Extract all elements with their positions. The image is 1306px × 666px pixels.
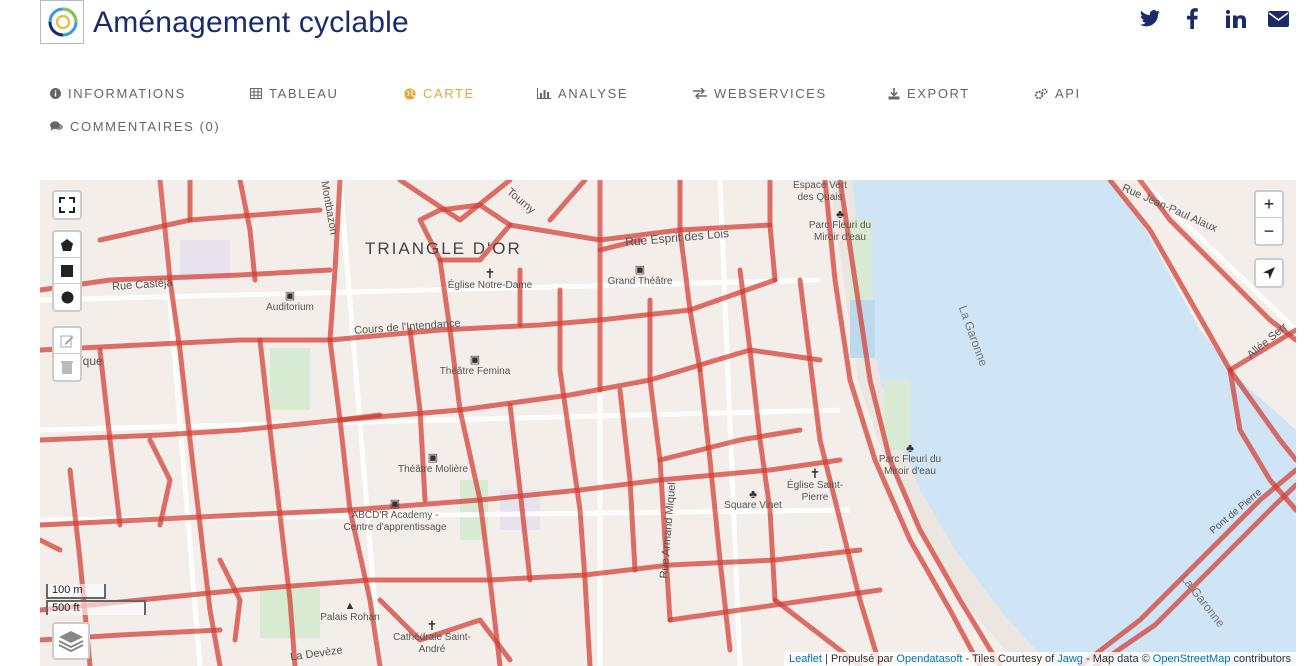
expand-icon (59, 197, 75, 213)
cogs-icon (1034, 87, 1048, 99)
draw-toolbar (52, 230, 82, 312)
leaflet-link[interactable]: Leaflet (789, 653, 822, 665)
poi-auditorium[interactable]: ▣ Auditorium (250, 290, 330, 314)
tab-api[interactable]: API (1034, 86, 1081, 101)
poi-theatre-femina[interactable]: ▣ Théâtre Femina (425, 354, 525, 378)
tab-label: WEBSERVICES (714, 86, 827, 101)
tab-analyse[interactable]: ANALYSE (537, 86, 628, 101)
poi-grand-theatre[interactable]: ▣ Grand Théâtre (595, 264, 685, 288)
tree-icon: ♣ (836, 207, 844, 221)
poi-parc-fleuri[interactable]: ♣ Parc Fleuri du Miroir d'eau (870, 442, 950, 478)
fullscreen-control (52, 190, 82, 220)
info-icon (50, 88, 61, 99)
zoom-control: + − (1254, 190, 1284, 246)
tab-label: TABLEAU (269, 86, 339, 101)
location-arrow-icon (1263, 267, 1275, 279)
garonne-river (852, 180, 1296, 666)
poi-eglise-notre-dame[interactable]: ✝ Église Notre-Dame (445, 266, 535, 292)
map-attribution: Leaflet | Propulsé par Opendatasoft - Ti… (783, 652, 1296, 666)
edit-icon (60, 335, 74, 347)
map-view[interactable]: TRIANGLE D'OR La Garonne La Garonne Rue … (40, 180, 1296, 666)
osm-link[interactable]: OpenStreetMap (1153, 653, 1231, 665)
tab-label: EXPORT (907, 86, 970, 101)
tree-icon: ♣ (906, 441, 914, 455)
monument-icon: ▲ (344, 600, 356, 612)
page-header: Aménagement cyclable (0, 0, 1306, 60)
layers-control[interactable] (52, 622, 90, 660)
park (885, 380, 910, 450)
tab-commentaires[interactable]: COMMENTAIRES (0) (50, 119, 220, 134)
church-icon: ✝ (809, 466, 821, 481)
edit-toolbar (52, 326, 82, 382)
layers-icon (58, 631, 84, 653)
exchange-icon (693, 88, 707, 99)
edit-layers-button[interactable] (54, 328, 80, 354)
theatre-icon: ▣ (427, 452, 439, 464)
download-icon (888, 87, 900, 99)
map-tiles (40, 180, 1296, 666)
poi-eglise-saint-pierre[interactable]: ✝ Église Saint-Pierre (775, 466, 855, 504)
comments-icon (50, 121, 63, 131)
circle-icon (61, 291, 73, 303)
facebook-icon[interactable] (1186, 8, 1198, 29)
park (270, 348, 310, 410)
tab-label: COMMENTAIRES (0) (70, 119, 221, 134)
tab-label: API (1055, 86, 1081, 101)
trash-icon (61, 361, 73, 374)
page-title: Aménagement cyclable (93, 6, 409, 39)
zoom-in-button[interactable]: + (1256, 192, 1282, 218)
jawg-link[interactable]: Jawg (1057, 653, 1083, 665)
church-icon: ✝ (484, 266, 496, 281)
poi-espace-vert[interactable]: Espace Vert des Quais (785, 180, 855, 204)
tab-label: CARTE (423, 86, 475, 101)
tab-label: ANALYSE (558, 86, 629, 101)
theatre-icon: ▣ (284, 290, 296, 302)
tab-tableau[interactable]: TABLEAU (250, 86, 338, 101)
district-label: TRIANGLE D'OR (365, 239, 522, 258)
site-logo[interactable] (40, 0, 84, 44)
theatre-icon: ▣ (469, 354, 481, 366)
poi-theatre-moliere[interactable]: ▣ Théâtre Molière (383, 452, 483, 476)
locate-control (1254, 258, 1284, 288)
delete-layers-button[interactable] (54, 354, 80, 380)
poi-abcdr[interactable]: ▣ ABCD'R Academy - Centre d'apprentissag… (340, 498, 450, 534)
draw-polygon-button[interactable] (54, 232, 80, 258)
polygon-icon (61, 238, 73, 251)
tab-webservices[interactable]: WEBSERVICES (693, 86, 827, 101)
linkedin-icon[interactable] (1226, 10, 1246, 28)
opendatasoft-link[interactable]: Opendatasoft (896, 653, 962, 665)
zoom-out-button[interactable]: − (1256, 218, 1282, 244)
rectangle-icon (61, 264, 73, 277)
chart-icon (537, 88, 551, 99)
scale-metric: 100 m (46, 584, 106, 599)
draw-rectangle-button[interactable] (54, 258, 80, 284)
draw-circle-button[interactable] (54, 284, 80, 310)
theatre-icon: ▣ (634, 264, 646, 276)
poi-parc-fleuri[interactable]: ♣ Parc Fleuri du Miroir d'eau (800, 208, 880, 244)
locate-button[interactable] (1256, 260, 1282, 286)
scale-imperial: 500 ft (46, 600, 146, 615)
dataset-nav: INFORMATIONS TABLEAU CARTE ANALYSE WEBSE… (50, 84, 1290, 144)
fullscreen-button[interactable] (54, 192, 80, 218)
tab-informations[interactable]: INFORMATIONS (50, 86, 186, 101)
email-icon[interactable] (1268, 11, 1289, 27)
school-icon: ▣ (389, 498, 401, 510)
twitter-icon[interactable] (1140, 10, 1160, 27)
table-icon (250, 88, 262, 99)
poi-palais-rohan[interactable]: ▲ Palais Rohan (310, 600, 390, 624)
tab-label: INFORMATIONS (68, 86, 186, 101)
tab-carte[interactable]: CARTE (404, 86, 475, 101)
tab-export[interactable]: EXPORT (888, 86, 970, 101)
globe-icon (404, 87, 416, 100)
church-icon: ✝ (426, 618, 438, 633)
poi-cathedrale[interactable]: ✝ Cathédrale Saint-André (392, 618, 472, 656)
